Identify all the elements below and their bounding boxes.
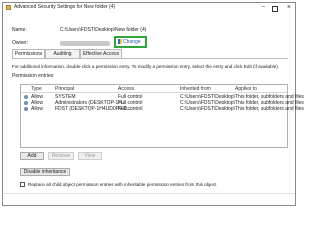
disable-inheritance-button[interactable]: Disable inheritance — [20, 168, 70, 176]
cell-inherited-from: C:\Users\FDST\Desktop\ — [180, 106, 236, 112]
minimize-icon[interactable]: – — [262, 4, 265, 11]
replace-child-permissions-checkbox[interactable] — [20, 182, 25, 187]
security-settings-window: Advanced Security Settings for New folde… — [2, 2, 304, 206]
replace-child-permissions-label: Replace all child object permission entr… — [28, 182, 217, 187]
owner-label: Owner: — [12, 40, 29, 46]
cell-type: Allow — [31, 106, 43, 112]
info-text: For additional information, double-click… — [12, 64, 280, 69]
close-icon[interactable]: × — [287, 4, 291, 11]
cell-applies-to: This folder, subfolders and files — [235, 106, 304, 112]
change-owner-link[interactable]: Change — [118, 39, 141, 45]
footer-divider — [3, 193, 295, 194]
cell-access: Full control — [118, 106, 143, 112]
remove-button[interactable]: Remove — [48, 152, 74, 160]
user-group-icon — [24, 95, 28, 99]
view-button[interactable]: View — [78, 152, 102, 160]
maximize-icon[interactable] — [272, 6, 278, 12]
user-group-icon — [24, 101, 28, 105]
owner-value-blurred — [60, 41, 110, 46]
table-row[interactable]: Allow FDST (DESKTOP-1H4UD0P\FD... Full c… — [21, 106, 304, 112]
permission-entries-label: Permission entries: — [12, 73, 55, 79]
window-title: Advanced Security Settings for New folde… — [14, 4, 116, 10]
tab-auditing[interactable]: Auditing — [45, 49, 80, 58]
tab-effective-access[interactable]: Effective Access — [80, 49, 122, 58]
name-label: Name: — [12, 27, 27, 33]
permission-entries-table: Type Principal Access Inherited from App… — [20, 84, 304, 148]
change-owner-highlight: Change — [114, 36, 147, 48]
add-button[interactable]: Add — [20, 152, 44, 160]
uac-shield-icon — [118, 39, 122, 45]
title-bar: Advanced Security Settings for New folde… — [3, 3, 295, 13]
change-label: Change — [123, 39, 141, 45]
name-value: C:\Users\FDST\Desktop\New folder (4) — [60, 27, 147, 33]
table-header-divider — [21, 92, 287, 93]
folder-shield-icon — [6, 5, 11, 10]
user-icon — [24, 107, 28, 111]
tab-divider — [12, 58, 288, 59]
